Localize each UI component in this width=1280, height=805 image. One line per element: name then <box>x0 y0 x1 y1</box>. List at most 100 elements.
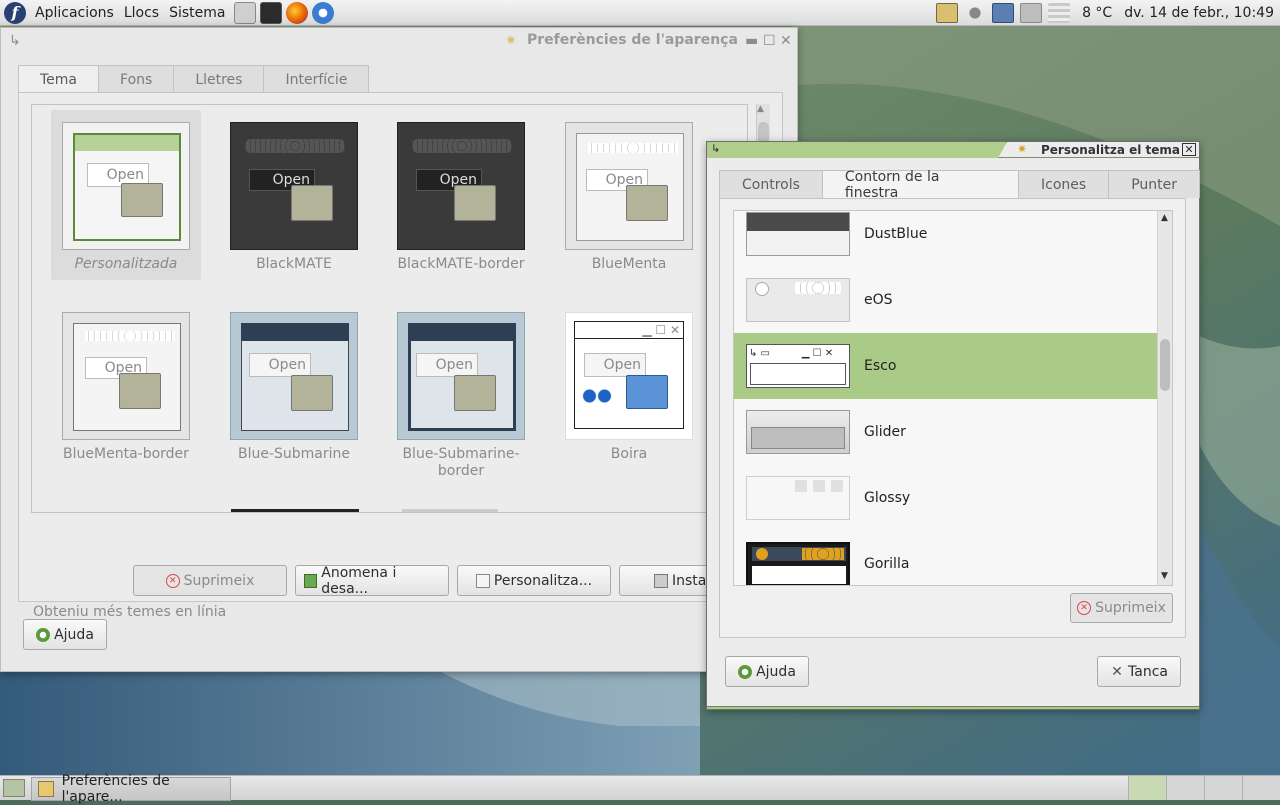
save-as-button[interactable]: Anomena i desa... <box>295 564 449 597</box>
temperature-label[interactable]: 8 °C <box>1082 5 1112 21</box>
tab-window-border[interactable]: Contorn de la finestra <box>821 169 1020 201</box>
file-manager-launcher-icon[interactable] <box>234 1 257 24</box>
thunderbird-launcher-icon[interactable] <box>312 1 335 24</box>
scroll-down-icon[interactable]: ▼ <box>1161 571 1168 581</box>
customize-titlebar[interactable]: ↳ ✷ Personalitza el tema ✕ <box>707 142 1199 158</box>
tab-background[interactable]: Fons <box>98 65 175 93</box>
frame-item-dustblue[interactable]: DustBlue <box>734 211 1159 267</box>
delete-icon: ✕ <box>1077 601 1092 615</box>
frame-item-eos[interactable]: eOS <box>734 267 1159 333</box>
weather-fog-icon[interactable] <box>1048 3 1071 23</box>
scroll-up-icon[interactable]: ▲ <box>757 104 764 114</box>
close-icon[interactable]: ✕ <box>1182 143 1196 156</box>
theme-item-boira[interactable]: ▁ ☐ ✕ Open Boira <box>554 300 704 490</box>
frame-name: Esco <box>864 358 897 374</box>
theme-grid: Open Personalitzada Open BlackMATE Open <box>31 104 748 513</box>
close-label: Tanca <box>1128 663 1168 680</box>
customize-theme-window: ↳ ✷ Personalitza el tema ✕ Controls Cont… <box>706 141 1200 710</box>
show-desktop-icon[interactable] <box>3 779 25 797</box>
workspace-switcher <box>1128 776 1280 800</box>
tab-controls[interactable]: Controls <box>719 170 823 198</box>
taskbar-window-button[interactable]: Preferències de l'apare... <box>31 773 231 805</box>
frame-list-scrollbar[interactable]: ▲ ▼ <box>1157 211 1172 585</box>
scroll-up-icon[interactable]: ▲ <box>1161 213 1168 223</box>
frame-thumbnail <box>746 410 850 454</box>
delete-theme-button[interactable]: ✕ Suprimeix <box>133 565 287 596</box>
menu-places[interactable]: Llocs <box>119 0 164 26</box>
theme-thumbnail: Open <box>565 122 693 250</box>
workspace-1[interactable] <box>1128 776 1166 800</box>
help-icon <box>36 627 51 642</box>
delete-frame-button[interactable]: ✕ Suprimeix <box>1070 593 1173 623</box>
get-more-themes-link[interactable]: Obteniu més temes en línia <box>33 604 226 620</box>
prefs-window-title: Preferències de l'aparença <box>527 32 738 48</box>
frame-item-gorilla[interactable]: Gorilla <box>734 531 1159 585</box>
window-menu-icon[interactable]: ↳ <box>9 33 21 49</box>
frame-item-glider[interactable]: Glider <box>734 399 1159 465</box>
customize-button[interactable]: Personalitza... <box>457 565 611 596</box>
scrollbar-thumb[interactable] <box>1160 339 1170 391</box>
frame-item-esco[interactable]: ↳ ▭ ▁ ☐ ✕ Esco <box>734 333 1159 399</box>
theme-name: BlueMenta-border <box>63 446 189 462</box>
theme-actions: ✕ Suprimeix Anomena i desa... Personalit… <box>133 564 781 597</box>
appearance-app-icon: ✷ <box>505 33 517 49</box>
frame-name: eOS <box>864 292 893 308</box>
window-menu-icon[interactable]: ↳ <box>711 142 720 155</box>
printer-tray-icon[interactable] <box>1020 3 1043 23</box>
theme-item-blue-submarine-border[interactable]: Open Blue-Submarine-border <box>386 300 536 490</box>
theme-item-blackmate-border[interactable]: Open BlackMATE-border <box>386 110 536 280</box>
terminal-launcher-icon[interactable] <box>260 1 283 24</box>
bottom-panel: Preferències de l'apare... <box>0 773 1280 805</box>
folder-icon <box>291 185 333 221</box>
fedora-logo-icon[interactable]: f <box>4 1 26 24</box>
minimize-icon[interactable]: ▬ <box>745 33 758 49</box>
firefox-launcher-icon[interactable] <box>286 1 309 24</box>
theme-name: Blue-Submarine <box>237 446 351 462</box>
theme-item-bluementa-border[interactable]: Open BlueMenta-border <box>51 300 201 490</box>
customize-label: Personalitza... <box>493 572 593 589</box>
tab-fonts[interactable]: Lletres <box>173 65 265 93</box>
titlebar-stripe <box>707 142 1007 158</box>
frame-name: Glider <box>864 424 906 440</box>
save-as-label: Anomena i desa... <box>321 564 397 597</box>
clock[interactable]: dv. 14 de febr., 10:49 <box>1124 5 1274 21</box>
theme-name: Blue-Submarine-border <box>402 446 520 479</box>
frame-thumbnail <box>746 542 850 585</box>
help-button[interactable]: Ajuda <box>725 656 809 687</box>
help-button[interactable]: Ajuda <box>23 619 107 650</box>
help-label: Ajuda <box>54 626 94 643</box>
folder-icon <box>454 185 496 221</box>
frame-name: DustBlue <box>864 226 928 242</box>
help-label: Ajuda <box>756 663 796 680</box>
close-button[interactable]: ✕ Tanca <box>1097 656 1181 687</box>
theme-item-blue-submarine[interactable]: Open Blue-Submarine <box>219 300 369 490</box>
theme-item-blackmate[interactable]: Open BlackMATE <box>219 110 369 280</box>
theme-item-bluementa[interactable]: Open BlueMenta <box>554 110 704 280</box>
prefs-titlebar[interactable]: ↳ ✷ Preferències de l'aparença ▬ ☐ ✕ <box>1 28 797 56</box>
tab-theme[interactable]: Tema <box>18 65 100 94</box>
workspace-4[interactable] <box>1242 776 1280 800</box>
network-tray-icon[interactable] <box>992 3 1015 23</box>
frame-item-glossy[interactable]: Glossy <box>734 465 1159 531</box>
display-tray-icon[interactable] <box>936 3 959 23</box>
volume-tray-icon[interactable] <box>964 3 987 23</box>
tab-pointer[interactable]: Punter <box>1108 170 1200 198</box>
frame-name: Gorilla <box>864 556 910 572</box>
maximize-icon[interactable]: ☐ <box>763 33 776 49</box>
menu-applications[interactable]: Aplicacions <box>30 0 119 26</box>
theme-thumbnail: Open <box>62 312 190 440</box>
theme-thumbnail: Open <box>230 122 358 250</box>
theme-item-personalitzada[interactable]: Open Personalitzada <box>51 110 201 280</box>
close-icon[interactable]: ✕ <box>780 33 792 49</box>
frame-thumbnail: ↳ ▭ ▁ ☐ ✕ <box>746 344 850 388</box>
edit-icon <box>475 573 490 588</box>
workspace-3[interactable] <box>1204 776 1242 800</box>
theme-thumbnail: ▁ ☐ ✕ Open <box>565 312 693 440</box>
frame-thumbnail <box>746 476 850 520</box>
workspace-2[interactable] <box>1166 776 1204 800</box>
menu-system[interactable]: Sistema <box>164 0 230 26</box>
folder-icon <box>121 183 163 217</box>
folder-icon <box>626 375 668 409</box>
tab-icons[interactable]: Icones <box>1018 170 1110 198</box>
tab-interface[interactable]: Interfície <box>263 65 370 93</box>
